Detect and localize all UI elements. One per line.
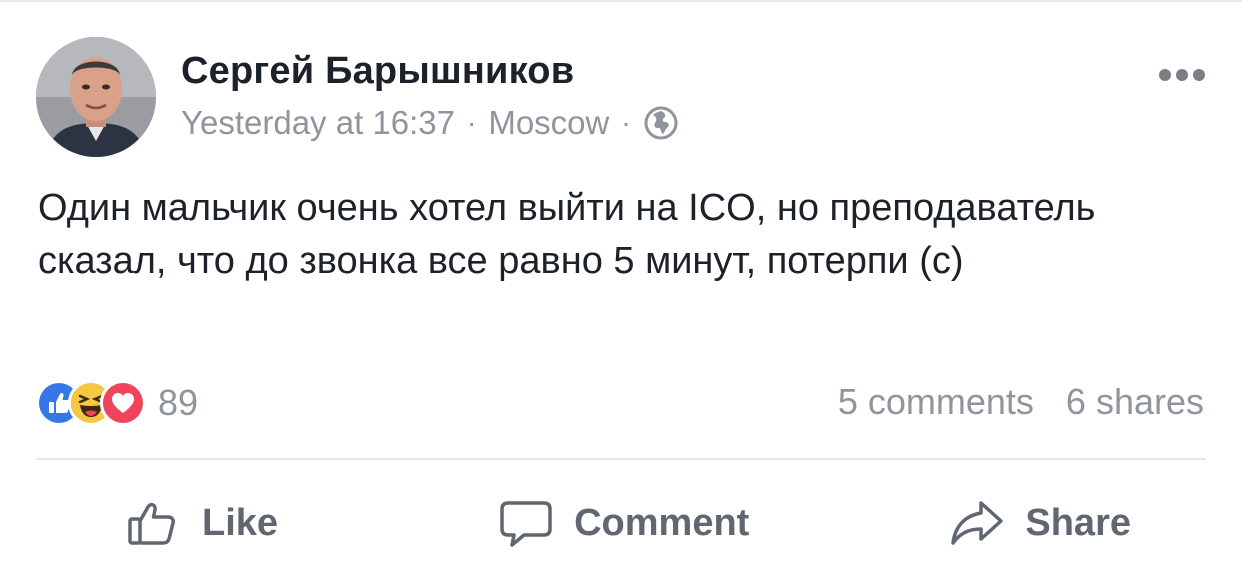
dot-icon: [1159, 69, 1171, 81]
post-timestamp[interactable]: Yesterday at 16:37: [181, 104, 455, 142]
globe-icon[interactable]: [643, 105, 679, 141]
dot-icon: [1193, 69, 1205, 81]
share-label: Share: [1025, 501, 1131, 544]
reactions-summary[interactable]: 89: [36, 378, 198, 428]
post-text: Один мальчик очень хотел выйти на ICO, н…: [38, 187, 1096, 282]
like-label: Like: [202, 501, 279, 544]
dot-icon: [1176, 69, 1188, 81]
shares-count-link[interactable]: 6 shares: [1066, 381, 1204, 423]
avatar[interactable]: [36, 37, 156, 157]
post-location[interactable]: Moscow: [488, 104, 609, 142]
top-border: [0, 0, 1242, 2]
action-bar: Like Comment Share: [36, 478, 1206, 568]
more-options-button[interactable]: [1152, 60, 1212, 90]
comments-count-link[interactable]: 5 comments: [838, 381, 1034, 423]
meta-separator: ·: [467, 107, 477, 138]
divider: [36, 458, 1206, 460]
engagement-summary: 5 comments 6 shares: [838, 380, 1204, 424]
like-button[interactable]: Like: [126, 495, 278, 551]
comment-button[interactable]: Comment: [498, 495, 749, 551]
comment-label: Comment: [574, 501, 750, 544]
reaction-count: 89: [158, 382, 199, 423]
share-arrow-icon: [949, 495, 1005, 551]
author-name[interactable]: Сергей Барышников: [181, 50, 574, 93]
meta-separator: ·: [621, 107, 631, 138]
thumbs-up-icon: [126, 495, 182, 551]
comment-bubble-icon: [498, 495, 554, 551]
love-reaction-icon: [100, 380, 146, 426]
post-meta: Yesterday at 16:37 · Moscow ·: [181, 103, 679, 143]
share-button[interactable]: Share: [949, 495, 1131, 551]
